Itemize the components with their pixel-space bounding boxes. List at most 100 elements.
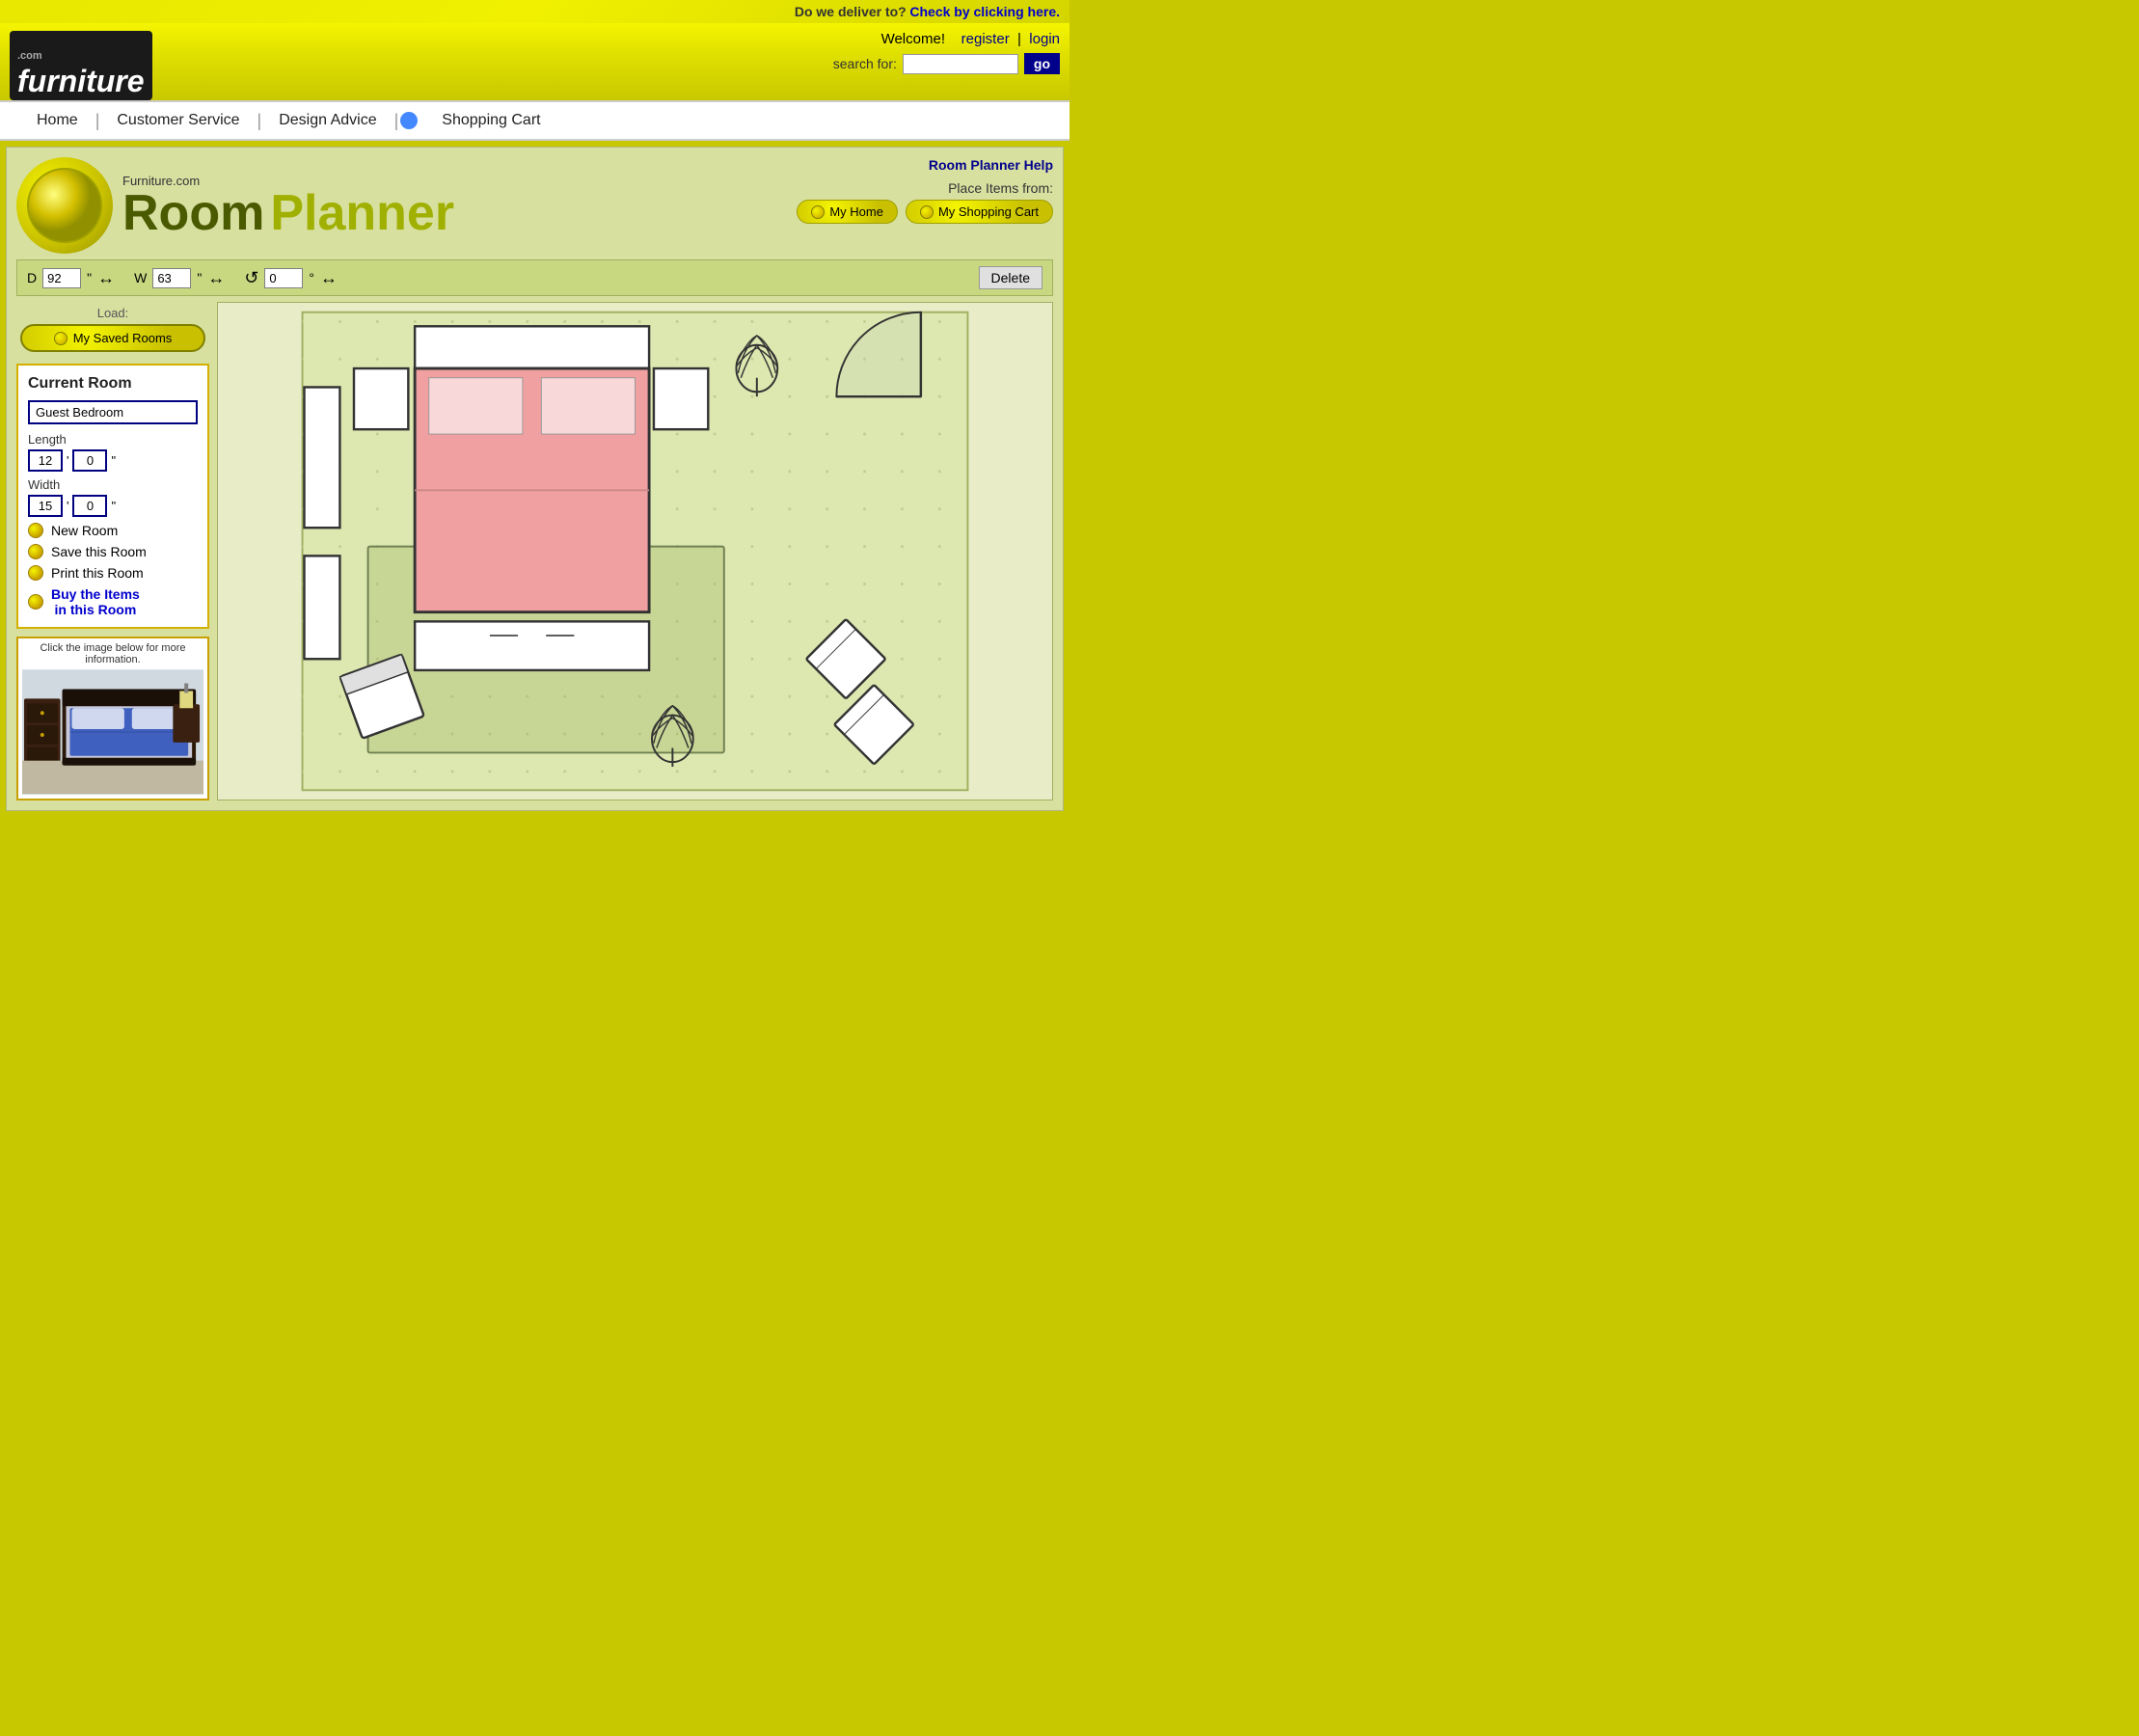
cart-icon: [398, 110, 420, 131]
rotate-icon: ↺: [244, 268, 258, 288]
header: .com furniture Welcome! register | login…: [0, 23, 1070, 100]
rotate-arrow-icon: ↔: [320, 268, 338, 288]
nav-home[interactable]: Home: [19, 112, 95, 129]
place-items-label: Place Items from:: [797, 180, 1053, 196]
my-shopping-cart-button[interactable]: My Shopping Cart: [906, 200, 1053, 224]
load-section: Load: My Saved Rooms: [16, 302, 209, 356]
my-home-button[interactable]: My Home: [797, 200, 898, 224]
my-home-dot-icon: [811, 205, 825, 219]
print-room-dot-icon: [28, 565, 43, 581]
my-shopping-cart-label: My Shopping Cart: [938, 204, 1039, 219]
toolbar-row: D " ↔ W " ↔ ↺ ° ↔ Delete: [16, 259, 1053, 296]
depth-group: D " ↔: [27, 268, 115, 288]
width-feet-unit: ': [67, 499, 68, 513]
print-room-button[interactable]: Print this Room: [28, 565, 198, 581]
new-room-dot-icon: [28, 523, 43, 538]
image-preview[interactable]: Click the image below for more informati…: [16, 637, 209, 800]
rp-help-link[interactable]: Room Planner Help: [929, 157, 1053, 173]
w-label: W: [134, 270, 147, 285]
width-inches-input[interactable]: [72, 495, 107, 517]
delivery-text: Do we deliver to?: [795, 4, 907, 19]
delivery-link[interactable]: Check by clicking here.: [909, 4, 1060, 19]
rp-room-text: Room: [122, 188, 264, 238]
print-room-label: Print this Room: [51, 565, 144, 581]
width-group: W " ↔: [134, 268, 225, 288]
nav-customer-service[interactable]: Customer Service: [99, 112, 257, 129]
login-link[interactable]: login: [1029, 31, 1060, 47]
new-room-button[interactable]: New Room: [28, 523, 198, 538]
register-link[interactable]: register: [961, 31, 1010, 47]
depth-arrow-icon: ↔: [97, 268, 115, 288]
save-room-dot-icon: [28, 544, 43, 559]
bottom-bar: [0, 817, 1070, 846]
width-label: Width: [28, 477, 198, 492]
pipe-separator: |: [1017, 31, 1021, 47]
buy-items-label: Buy the Itemsin this Room: [51, 586, 140, 617]
length-feet-input[interactable]: [28, 449, 63, 472]
rp-planner-text: Planner: [270, 188, 454, 238]
nav-shopping-cart[interactable]: Shopping Cart: [424, 112, 557, 129]
length-row: ' ": [28, 449, 198, 472]
rp-logo: Furniture.com Room Planner: [16, 157, 454, 254]
room-name-input[interactable]: [28, 400, 198, 424]
buy-items-dot-icon: [28, 594, 43, 610]
nav-bar: Home | Customer Service | Design Advice …: [0, 100, 1070, 141]
logo-box: .com furniture: [10, 31, 152, 100]
depth-input[interactable]: [42, 268, 81, 288]
welcome-text: Welcome!: [881, 31, 945, 47]
rp-circle-logo: [16, 157, 113, 254]
my-saved-rooms-label: My Saved Rooms: [73, 331, 173, 345]
room-actions: New Room Save this Room Print this Room …: [28, 523, 198, 617]
my-saved-rooms-button[interactable]: My Saved Rooms: [20, 324, 205, 352]
width-inches-unit: ": [111, 499, 116, 513]
nav-shopping-cart-wrap: Shopping Cart: [398, 110, 557, 131]
buy-items-button[interactable]: Buy the Itemsin this Room: [28, 586, 198, 617]
main-content: Furniture.com Room Planner Room Planner …: [6, 147, 1064, 811]
place-buttons: My Home My Shopping Cart: [797, 200, 1053, 224]
new-room-label: New Room: [51, 523, 118, 538]
width-arrow-icon: ↔: [207, 268, 225, 288]
rp-title-row: Room Planner: [122, 188, 454, 238]
d-unit: ": [87, 270, 92, 285]
rotate-group: ↺ ° ↔: [244, 268, 338, 288]
search-input[interactable]: [903, 54, 1018, 74]
width-field-group: Width ' ": [28, 477, 198, 517]
saved-rooms-dot-icon: [54, 332, 68, 345]
header-right: Welcome! register | login search for: go: [833, 31, 1060, 80]
go-button[interactable]: go: [1024, 53, 1060, 74]
load-label: Load:: [20, 306, 205, 320]
length-label: Length: [28, 432, 198, 447]
my-home-label: My Home: [829, 204, 883, 219]
length-feet-unit: ': [67, 453, 68, 468]
delete-button[interactable]: Delete: [979, 266, 1042, 289]
length-inches-input[interactable]: [72, 449, 107, 472]
current-room-title: Current Room: [28, 375, 198, 393]
room-floor-plan: [218, 303, 1052, 800]
preview-caption: Click the image below for more informati…: [22, 642, 203, 665]
rotate-unit: °: [309, 270, 314, 285]
length-inches-unit: ": [111, 453, 116, 468]
room-canvas[interactable]: [217, 302, 1053, 800]
w-unit: ": [197, 270, 202, 285]
nav-design-advice[interactable]: Design Advice: [261, 112, 393, 129]
d-label: D: [27, 270, 37, 285]
bedroom-preview-image[interactable]: [22, 669, 203, 795]
width-input[interactable]: [152, 268, 191, 288]
delivery-bar: Do we deliver to? Check by clicking here…: [0, 0, 1070, 23]
rotate-input[interactable]: [264, 268, 303, 288]
logo-furniture: furniture: [17, 66, 145, 96]
two-col-layout: Load: My Saved Rooms Current Room Length…: [16, 302, 1053, 800]
current-room-box: Current Room Length ' " Width ': [16, 364, 209, 629]
width-row: ' ": [28, 495, 198, 517]
logo-area: .com furniture: [10, 31, 152, 100]
rp-header: Furniture.com Room Planner Room Planner …: [16, 157, 1053, 254]
save-room-button[interactable]: Save this Room: [28, 544, 198, 559]
search-label: search for:: [833, 56, 897, 71]
width-feet-input[interactable]: [28, 495, 63, 517]
rp-logo-text: Furniture.com Room Planner: [122, 174, 454, 238]
search-row: search for: go: [833, 53, 1060, 80]
save-room-label: Save this Room: [51, 544, 147, 559]
rp-help-area: Room Planner Help Place Items from: My H…: [797, 157, 1053, 224]
header-links: Welcome! register | login: [833, 31, 1060, 47]
length-group: Length ' ": [28, 432, 198, 472]
